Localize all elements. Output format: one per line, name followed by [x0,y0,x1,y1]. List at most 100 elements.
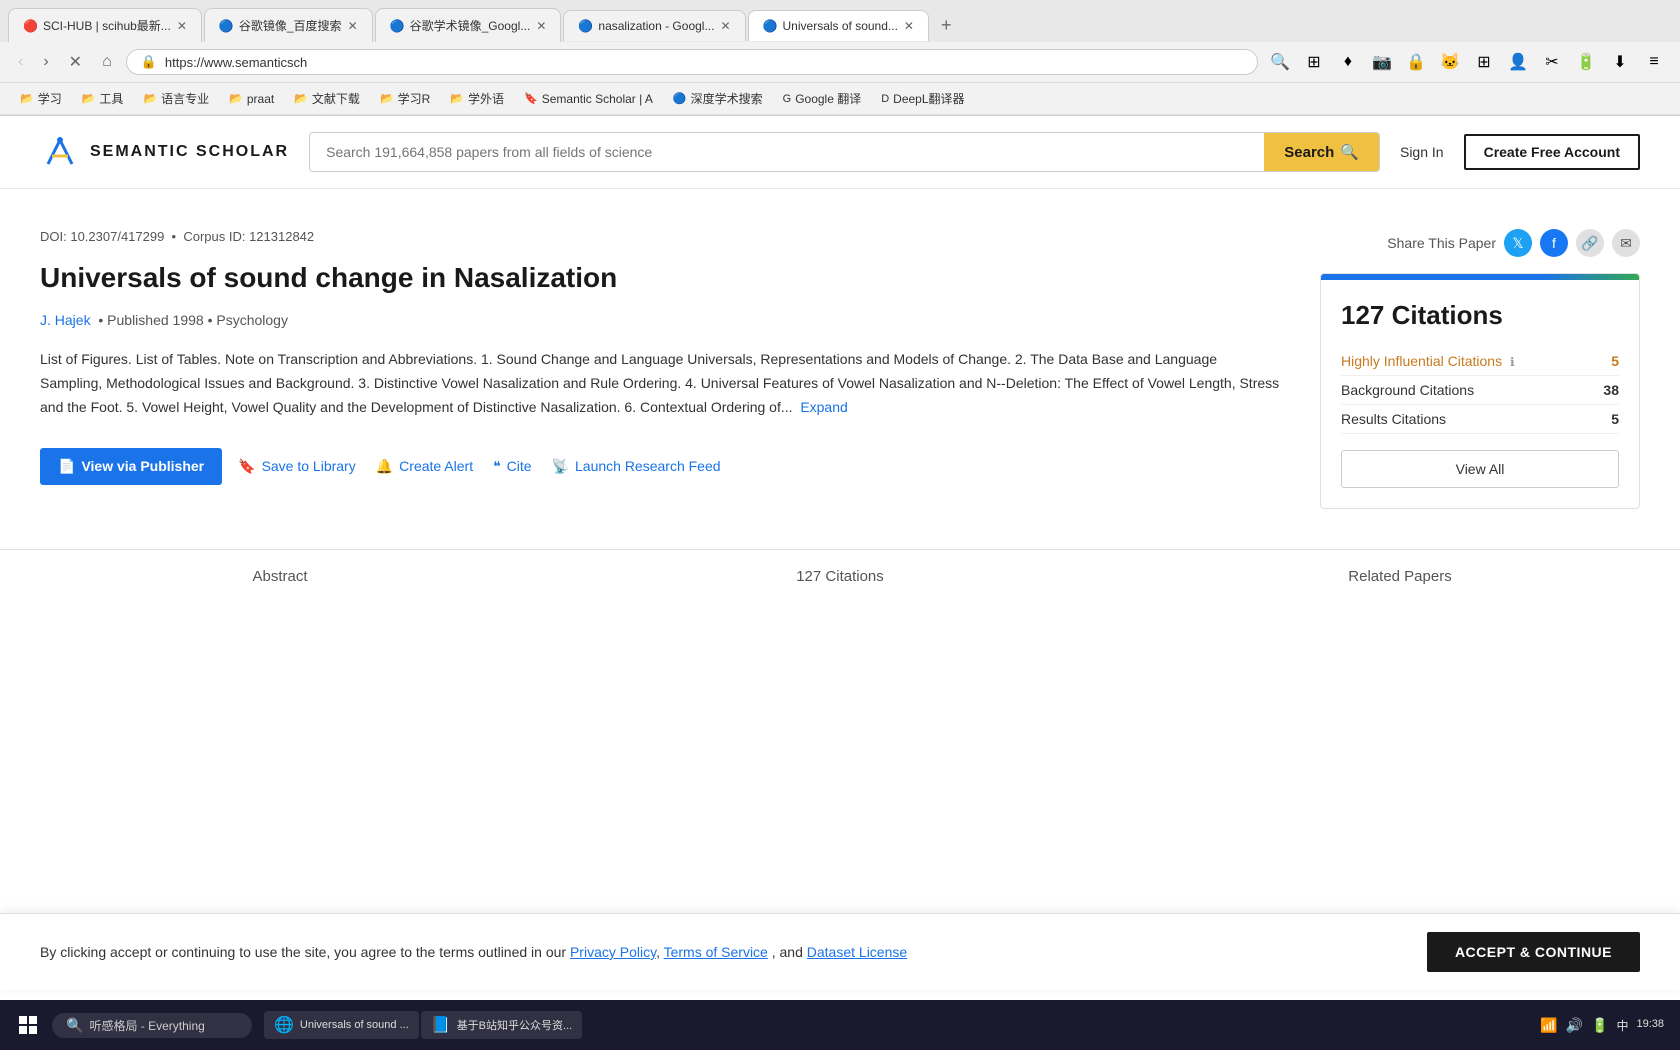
search-input[interactable] [310,134,1264,170]
home-button[interactable]: ⌂ [96,49,118,75]
tab-title-universals: Universals of sound... [783,19,898,33]
tab-close-baidu[interactable]: ✕ [348,19,358,33]
create-alert-button[interactable]: 🔔 Create Alert [372,450,477,483]
paper-authors: J. Hajek • Published 1998 • Psychology [40,312,1280,328]
search-label: Search [1284,144,1334,161]
bookmark-foreign[interactable]: 📂 学外语 [442,87,512,110]
quote-icon: ❝ [493,458,501,475]
bookmark-semantic[interactable]: 🔖 Semantic Scholar | A [516,89,661,109]
search-button[interactable]: Search 🔍 [1264,133,1379,171]
tab-nasalization[interactable]: 🔵 nasalization - Googl... ✕ [563,10,745,41]
dataset-license-link[interactable]: Dataset License [807,944,907,960]
taskbar-search[interactable]: 🔍 听感格局 - Everything [52,1013,252,1038]
influential-citations-label[interactable]: Highly Influential Citations ℹ [1341,353,1515,369]
bookmark-icon: 🔖 [524,92,538,105]
scissors-extension[interactable]: ✂ [1538,48,1566,76]
tab-close-scihub[interactable]: ✕ [177,19,187,33]
logo-link[interactable]: SEMANTIC SCHOLAR [40,132,289,172]
tab-related[interactable]: Related Papers [1120,550,1680,606]
search-bar: Search 🔍 [309,132,1380,172]
bookmark-r[interactable]: 📂 学习R [372,87,438,110]
windows-extension[interactable]: ⊞ [1300,48,1328,76]
citations-total: 127 Citations [1341,300,1619,331]
bookmark-google-translate[interactable]: G Google 翻译 [775,87,870,110]
feed-button[interactable]: 📡 Launch Research Feed [548,450,725,483]
camera-extension[interactable]: 📷 [1368,48,1396,76]
tab-scihub[interactable]: 🔴 SCI-HUB | scihub最新... ✕ [8,8,202,42]
bookmark-tools[interactable]: 📂 工具 [74,87,132,110]
header-nav: Sign In Create Free Account [1400,134,1640,170]
paper-abstract: List of Figures. List of Tables. Note on… [40,348,1280,419]
new-tab-button[interactable]: + [931,9,962,42]
download-extension[interactable]: ⬇ [1606,48,1634,76]
back-button[interactable]: ‹ [12,49,29,75]
bookmark-deep-search[interactable]: 🔵 深度学术搜索 [665,87,771,110]
bookmark-label: 深度学术搜索 [691,90,763,107]
volume-icon[interactable]: 🔊 [1566,1017,1583,1034]
taskbar-app-universals[interactable]: 🌐 Universals of sound ... [264,1011,419,1039]
tab-citations[interactable]: 127 Citations [560,550,1120,606]
influential-citations-row: Highly Influential Citations ℹ 5 [1341,347,1619,376]
bookmark-label: Google 翻译 [795,90,861,107]
expand-link[interactable]: Expand [800,399,847,415]
diamond-extension[interactable]: ♦ [1334,48,1362,76]
bookmark-study[interactable]: 📂 学习 [12,87,70,110]
publisher-icon: 📄 [58,458,75,475]
battery-icon[interactable]: 🔋 [1591,1017,1608,1034]
author-link[interactable]: J. Hajek [40,312,91,328]
paper-main: DOI: 10.2307/417299 • Corpus ID: 1213128… [40,229,1280,509]
bookmark-linguistics[interactable]: 📂 语言专业 [135,87,217,110]
language-indicator[interactable]: 中 [1616,1017,1628,1034]
signin-link[interactable]: Sign In [1400,144,1444,160]
share-facebook-button[interactable]: f [1540,229,1568,257]
search-icon: 🔍 [1340,143,1359,161]
share-email-button[interactable]: ✉ [1612,229,1640,257]
publisher-label: View via Publisher [81,458,204,474]
terms-of-service-link[interactable]: Terms of Service [664,944,768,960]
cite-label: Cite [507,458,532,474]
bookmark-icon: 🔖 [238,458,255,475]
bookmark-deepl[interactable]: D DeepL翻译器 [873,87,972,110]
accept-button[interactable]: ACCEPT & CONTINUE [1427,932,1640,972]
search-extension[interactable]: 🔍 [1266,48,1294,76]
tab-close-nasalization[interactable]: ✕ [720,19,730,33]
info-icon[interactable]: ℹ [1510,355,1515,369]
tab-baidu[interactable]: 🔵 谷歌镜像_百度搜索 ✕ [204,8,373,42]
refresh-button[interactable]: ✕ [63,48,88,76]
tab-close-universals[interactable]: ✕ [904,19,914,33]
create-account-button[interactable]: Create Free Account [1464,134,1640,170]
share-link-button[interactable]: 🔗 [1576,229,1604,257]
bookmark-papers[interactable]: 📂 文献下载 [286,87,368,110]
bookmark-praat[interactable]: 📂 praat [221,89,282,109]
lock-extension[interactable]: 🔒 [1402,48,1430,76]
grid-extension[interactable]: ⊞ [1470,48,1498,76]
forward-button[interactable]: › [37,49,54,75]
alert-label: Create Alert [399,458,473,474]
citations-card: 127 Citations Highly Influential Citatio… [1320,273,1640,509]
view-publisher-button[interactable]: 📄 View via Publisher [40,448,222,485]
taskbar-app-word[interactable]: 📘 基于B站知乎公众号资... [421,1011,582,1039]
taskbar-clock[interactable]: 19:38 [1636,1017,1664,1032]
save-library-button[interactable]: 🔖 Save to Library [234,450,360,483]
corpus-id-text: Corpus ID: 121312842 [183,229,314,244]
folder-icon: 📂 [294,92,308,105]
tab-google-mirror[interactable]: 🔵 谷歌学术镜像_Googl... ✕ [375,8,562,42]
start-button[interactable] [8,1005,48,1045]
view-all-button[interactable]: View All [1341,450,1619,488]
address-bar[interactable]: 🔒 https://www.semanticsch [126,49,1258,75]
privacy-policy-link[interactable]: Privacy Policy [570,944,656,960]
windows-icon [18,1015,38,1035]
address-text: https://www.semanticsch [165,55,1243,70]
wifi-icon[interactable]: 📶 [1540,1017,1557,1034]
share-section: Share This Paper 𝕏 f 🔗 ✉ [1320,229,1640,257]
taskbar-app-label-word: 基于B站知乎公众号资... [457,1017,573,1033]
tab-abstract[interactable]: Abstract [0,550,560,606]
tab-universals[interactable]: 🔵 Universals of sound... ✕ [748,10,929,41]
cite-button[interactable]: ❝ Cite [489,450,535,483]
person-extension[interactable]: 👤 [1504,48,1532,76]
cat-extension[interactable]: 🐱 [1436,48,1464,76]
tab-close-google-mirror[interactable]: ✕ [536,19,546,33]
battery-extension[interactable]: 🔋 [1572,48,1600,76]
menu-button[interactable]: ≡ [1640,48,1668,76]
share-twitter-button[interactable]: 𝕏 [1504,229,1532,257]
